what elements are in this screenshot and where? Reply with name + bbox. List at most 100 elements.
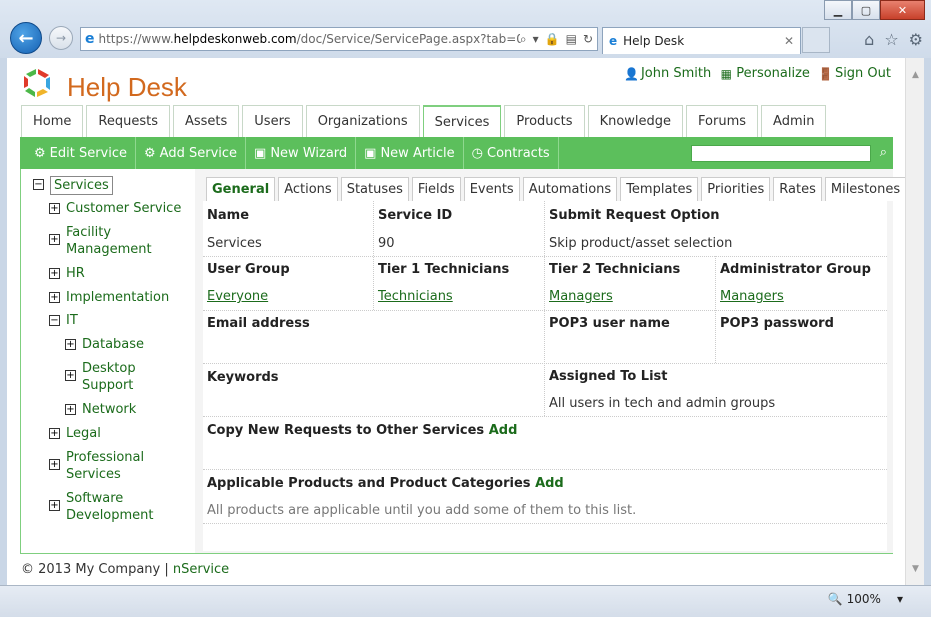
sign-out-link[interactable]: 🚪 Sign Out (818, 66, 891, 81)
subtab-priorities[interactable]: Priorities (701, 177, 771, 201)
user-profile-link[interactable]: 👤 John Smith (624, 66, 711, 81)
expand-icon[interactable]: + (49, 500, 60, 511)
tree-label-line: Facility (66, 225, 112, 240)
subtab-events[interactable]: Events (463, 177, 520, 201)
tree-label: Desktop Support (82, 360, 136, 394)
copy-requests-add-link[interactable]: Add (489, 423, 518, 438)
contracts-button[interactable]: ◷ Contracts (464, 137, 559, 169)
clock-icon: ◷ (471, 145, 483, 161)
tree-label-line: Support (82, 378, 134, 393)
expand-icon[interactable]: + (65, 370, 76, 381)
tier2-link[interactable]: Managers (549, 289, 613, 304)
browser-chrome: ▁ ▢ ✕ ← → e https://www.helpdeskonweb.co… (0, 0, 931, 58)
tree-label-line: Professional (66, 450, 145, 465)
tab-home[interactable]: Home (21, 105, 84, 137)
tree-item-desktop-support[interactable]: + Desktop Support (65, 360, 136, 394)
user-group-link[interactable]: Everyone (207, 289, 268, 304)
personalize-link[interactable]: ▦ Personalize (719, 66, 810, 81)
expand-icon[interactable]: + (65, 404, 76, 415)
zoom-icon: 🔍 (827, 592, 843, 606)
expand-icon[interactable]: + (49, 268, 60, 279)
general-panel: Name Services Service ID 90 Submit Reque… (203, 201, 887, 551)
gear-add-icon: ⚙ (144, 145, 156, 161)
article-add-icon: ▣ (364, 145, 377, 161)
star-icon[interactable]: ☆ (884, 30, 898, 49)
refresh-icon[interactable]: ↻ (583, 32, 593, 47)
tree-item-legal[interactable]: + Legal (49, 425, 101, 442)
tab-forums[interactable]: Forums (686, 105, 759, 137)
home-icon[interactable]: ⌂ (864, 30, 874, 49)
maximize-icon[interactable]: ▢ (852, 0, 880, 20)
admin-group-link[interactable]: Managers (720, 289, 784, 304)
products-label: Applicable Products and Product Categori… (207, 476, 564, 491)
app-title: Help Desk (67, 72, 187, 102)
subtab-automations[interactable]: Automations (522, 177, 618, 201)
zoom-control[interactable]: 🔍 100% ▾ (828, 592, 903, 606)
search-icon[interactable]: ⌕ (880, 145, 887, 160)
tab-requests[interactable]: Requests (86, 105, 170, 137)
collapse-icon[interactable]: − (49, 315, 60, 326)
tree-item-network[interactable]: + Network (65, 401, 136, 418)
tab-users[interactable]: Users (242, 105, 303, 137)
tab-title: Help Desk (623, 34, 685, 48)
nservice-link[interactable]: nService (173, 562, 229, 577)
tab-products[interactable]: Products (504, 105, 585, 137)
tab-admin[interactable]: Admin (761, 105, 827, 137)
tab-assets[interactable]: Assets (172, 105, 240, 137)
address-bar[interactable]: e https://www.helpdeskonweb.com/doc/Serv… (80, 27, 598, 51)
tab-knowledge[interactable]: Knowledge (587, 105, 684, 137)
tree-item-database[interactable]: + Database (65, 336, 144, 353)
tree-item-it[interactable]: − IT (49, 312, 78, 329)
tab-services[interactable]: Services (422, 105, 502, 137)
dropdown-icon[interactable]: ▾ (533, 32, 539, 47)
expand-icon[interactable]: + (49, 292, 60, 303)
tree-item-implementation[interactable]: + Implementation (49, 289, 169, 306)
lock-icon[interactable]: 🔒 (545, 32, 560, 47)
scroll-up-icon[interactable]: ▲ (906, 66, 925, 83)
tree-item-customer-service[interactable]: + Customer Service (49, 200, 181, 217)
vertical-scrollbar[interactable]: ▲ ▼ (905, 58, 924, 585)
back-button[interactable]: ← (10, 22, 42, 54)
forward-button[interactable]: → (49, 26, 73, 50)
app-header: Help Desk 👤 John Smith ▦ Personalize 🚪 Sign… (21, 66, 891, 106)
close-window-icon[interactable]: ✕ (880, 0, 925, 20)
expand-icon[interactable]: + (49, 234, 60, 245)
edit-service-button[interactable]: ⚙ Edit Service (26, 137, 137, 169)
expand-icon[interactable]: + (49, 203, 60, 214)
new-article-button[interactable]: ▣ New Article (356, 137, 464, 169)
tree-item-professional-services[interactable]: + Professional Services (49, 449, 144, 483)
tree-item-hr[interactable]: + HR (49, 265, 85, 282)
expand-icon[interactable]: + (49, 459, 60, 470)
subtab-fields[interactable]: Fields (411, 177, 461, 201)
tree-item-services[interactable]: − Services (33, 176, 113, 195)
subtab-actions[interactable]: Actions (278, 177, 338, 201)
products-add-link[interactable]: Add (535, 476, 564, 491)
new-wizard-label: New Wizard (270, 145, 348, 161)
collapse-icon[interactable]: − (33, 179, 44, 190)
expand-icon[interactable]: + (65, 339, 76, 350)
new-tab-button[interactable] (802, 27, 830, 53)
add-service-button[interactable]: ⚙ Add Service (136, 137, 247, 169)
toolbar-search-input[interactable] (691, 145, 871, 162)
subtab-general[interactable]: General (206, 177, 276, 201)
tab-organizations[interactable]: Organizations (305, 105, 420, 137)
tree-item-facility-management[interactable]: + Facility Management (49, 224, 152, 258)
new-wizard-button[interactable]: ▣ New Wizard (246, 137, 357, 169)
tree-item-software-development[interactable]: + Software Development (49, 490, 154, 524)
add-service-label: Add Service (159, 145, 238, 161)
subtab-templates[interactable]: Templates (620, 177, 699, 201)
subtab-statuses[interactable]: Statuses (340, 177, 409, 201)
scroll-down-icon[interactable]: ▼ (906, 560, 925, 577)
tab-close-icon[interactable]: ✕ (784, 34, 794, 48)
expand-icon[interactable]: + (49, 428, 60, 439)
subtab-milestones[interactable]: Milestones (824, 177, 905, 201)
tier1-link[interactable]: Technicians (378, 289, 453, 304)
subtab-rates[interactable]: Rates (773, 177, 822, 201)
browser-tab[interactable]: e Help Desk ✕ (602, 27, 801, 54)
gear-icon[interactable]: ⚙ (909, 30, 923, 49)
compat-icon[interactable]: ▤ (566, 32, 577, 47)
search-icon[interactable]: ⌕ (520, 32, 527, 47)
pop3-password-label: POP3 password (720, 316, 834, 331)
help-desk-logo-icon (24, 69, 50, 97)
minimize-icon[interactable]: ▁ (824, 0, 852, 20)
